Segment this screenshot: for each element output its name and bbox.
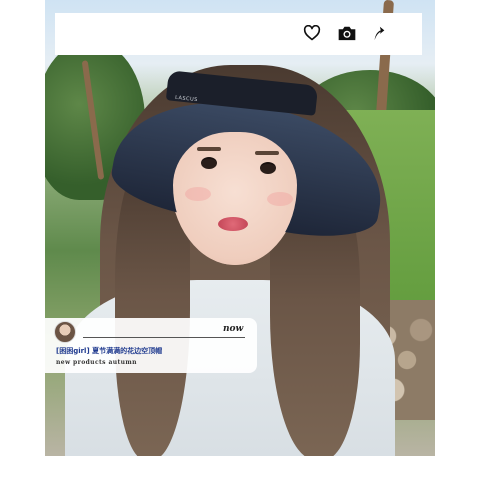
heart-icon[interactable] [301,22,323,44]
card-subtitle: new products autumn [56,359,137,366]
product-photo[interactable]: LASCUS [45,0,435,456]
screen: LASCUS now [困困girl] 夏节满满的花边空顶帽 new produ… [0,0,480,480]
avatar[interactable] [54,321,76,343]
divider-line [83,337,245,338]
camera-icon[interactable] [336,22,358,44]
action-bar [55,13,422,55]
caption-card[interactable]: now [困困girl] 夏节满满的花边空顶帽 new products aut… [45,318,257,373]
eyebrow-right-front [255,151,279,155]
cheek-right-front [267,192,293,206]
eye-left-front [201,157,217,169]
cheek-left-front [185,187,211,201]
eye-right-front [260,162,276,174]
timestamp: now [223,324,244,334]
card-title: [困困girl] 夏节满满的花边空顶帽 [56,347,163,355]
share-arrow-icon[interactable] [368,22,390,44]
lips-front [218,217,248,231]
eyebrow-left-front [197,147,221,151]
